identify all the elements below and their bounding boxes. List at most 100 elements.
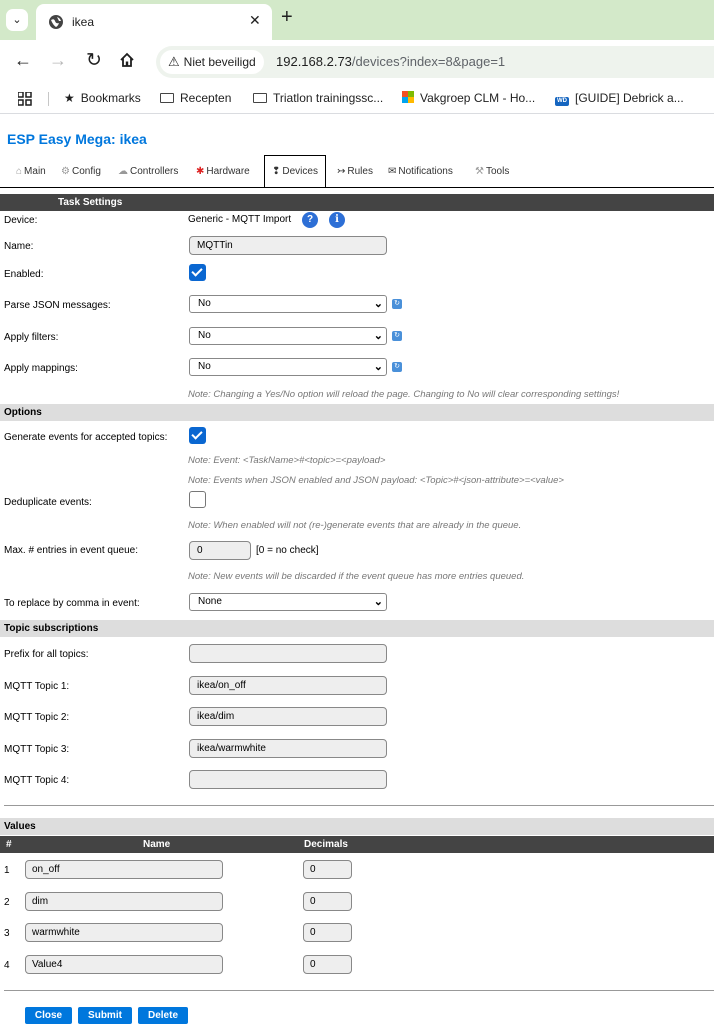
bookmark-bookmarks[interactable]: ★ Bookmarks (64, 91, 141, 105)
mqtt-topic-3-label: MQTT Topic 3: (4, 744, 70, 755)
delete-button[interactable]: Delete (138, 1007, 188, 1024)
back-arrow-icon[interactable]: ← (14, 50, 32, 71)
bookmark-guide[interactable]: WD [GUIDE] Debrick a... (555, 91, 684, 106)
chevron-down-icon: ⌄ (373, 330, 383, 342)
options-header: Options (0, 404, 714, 421)
col-name: Name (143, 839, 171, 850)
bookmark-triatlon[interactable]: Triatlon trainingssc... (253, 91, 383, 105)
menu-controllers[interactable]: ☁ Controllers (118, 166, 178, 177)
info-icon[interactable]: i (329, 212, 345, 228)
bookmarks-bar: ★ Bookmarks Recepten Triatlon trainingssc… (0, 84, 714, 114)
device-value: Generic - MQTT Import (188, 214, 292, 225)
value-row-4-num: 4 (4, 960, 10, 971)
close-button[interactable]: Close (25, 1007, 72, 1024)
wd-logo-icon: WD (555, 97, 569, 106)
value-2-name-input[interactable]: dim (25, 892, 223, 911)
apply-filters-select[interactable]: No ⌄ (189, 327, 387, 345)
menu-notifications[interactable]: ✉ Notifications (388, 166, 453, 177)
mqtt-topic-1-label: MQTT Topic 1: (4, 681, 70, 692)
event-queue-note: Note: New events will be discarded if th… (188, 571, 525, 582)
name-input[interactable]: MQTTin (189, 236, 387, 255)
enabled-label: Enabled: (4, 269, 44, 280)
replace-comma-select[interactable]: None ⌄ (189, 593, 387, 611)
deduplicate-label: Deduplicate events: (4, 497, 92, 508)
bookmark-vakgroep[interactable]: Vakgroep CLM - Ho... (402, 91, 535, 105)
section-divider (4, 805, 714, 806)
reload-option-icon: ↻ (392, 362, 402, 372)
pin-icon: ✱ (196, 166, 205, 177)
tab-title: ikea (72, 15, 95, 29)
browser-tab[interactable]: ikea ✕ (36, 4, 272, 40)
chevron-down-icon: ⌄ (373, 596, 383, 608)
deduplicate-checkbox[interactable] (189, 491, 206, 508)
apply-mappings-select[interactable]: No ⌄ (189, 358, 387, 376)
menu-devices[interactable]: ❢ Devices (264, 155, 326, 188)
microsoft-logo-icon (402, 91, 414, 103)
chevron-down-icon: ⌄ (373, 361, 383, 373)
value-4-name-input[interactable]: Value4 (25, 955, 223, 974)
rules-arrow-icon: ↣ (337, 166, 346, 177)
submit-button[interactable]: Submit (78, 1007, 132, 1024)
warning-triangle-icon: ⚠ (168, 54, 180, 69)
apps-grid-icon[interactable] (18, 92, 32, 106)
url-host: 192.168.2.73 (276, 54, 352, 69)
generate-events-label: Generate events for accepted topics: (4, 432, 168, 443)
home-icon: ⌂ (16, 166, 23, 177)
value-4-decimals-input[interactable]: 0 (303, 955, 352, 974)
enabled-checkbox[interactable] (189, 264, 206, 281)
security-label: Niet beveiligd (183, 55, 256, 69)
envelope-icon: ✉ (388, 166, 397, 177)
value-3-name-input[interactable]: warmwhite (25, 923, 223, 942)
bookmark-recepten[interactable]: Recepten (160, 91, 231, 105)
apply-filters-label: Apply filters: (4, 332, 59, 343)
mqtt-topic-1-input[interactable]: ikea/on_off (189, 676, 387, 695)
menu-divider (0, 187, 714, 188)
col-num: # (6, 839, 12, 850)
browser-tab-bar: ⌄ ikea ✕ + (0, 0, 714, 40)
value-row-2-num: 2 (4, 897, 10, 908)
forward-arrow-icon[interactable]: → (49, 50, 67, 71)
mqtt-topic-4-label: MQTT Topic 4: (4, 775, 70, 786)
menu-hardware[interactable]: ✱ Hardware (196, 166, 250, 177)
new-tab-icon[interactable]: + (281, 6, 293, 29)
value-2-decimals-input[interactable]: 0 (303, 892, 352, 911)
url-path: /devices?index=8&page=1 (351, 54, 506, 69)
omnibox[interactable]: ⚠ Niet beveiligd 192.168.2.73/devices?ind… (156, 46, 714, 78)
prefix-input[interactable] (189, 644, 387, 663)
bookmarks-separator (48, 92, 49, 106)
value-1-decimals-input[interactable]: 0 (303, 860, 352, 879)
bulb-icon: ❢ (272, 166, 281, 177)
device-label: Device: (4, 215, 38, 226)
generate-events-checkbox[interactable] (189, 427, 206, 444)
menu-tools[interactable]: ⚒ Tools (475, 166, 509, 177)
home-icon[interactable] (119, 52, 135, 68)
value-3-decimals-input[interactable]: 0 (303, 923, 352, 942)
task-settings-header: Task Settings (0, 194, 714, 211)
value-row-3-num: 3 (4, 928, 10, 939)
help-icon[interactable]: ? (302, 212, 318, 228)
reload-icon[interactable]: ↻ (86, 49, 102, 72)
name-label: Name: (4, 241, 34, 252)
url-text[interactable]: 192.168.2.73/devices?index=8&page=1 (276, 54, 505, 69)
gear-icon: ⚙ (61, 166, 70, 177)
replace-comma-label: To replace by comma in event: (4, 598, 140, 609)
cloud-icon: ☁ (118, 166, 128, 177)
mqtt-topic-4-input[interactable] (189, 770, 387, 789)
address-toolbar: ← → ↻ ⚠ Niet beveiligd 192.168.2.73/devic… (0, 40, 714, 84)
json-event-note: Note: Events when JSON enabled and JSON … (188, 475, 564, 486)
close-tab-icon[interactable]: ✕ (249, 12, 261, 29)
menu-main[interactable]: ⌂ Main (16, 166, 46, 177)
value-1-name-input[interactable]: on_off (25, 860, 223, 879)
parse-json-select[interactable]: No ⌄ (189, 295, 387, 313)
menu-config[interactable]: ⚙ Config (61, 166, 101, 177)
chevron-down-icon: ⌄ (373, 298, 383, 310)
security-chip[interactable]: ⚠ Niet beveiligd (160, 50, 264, 74)
mqtt-topic-2-input[interactable]: ikea/dim (189, 707, 387, 726)
menu-rules[interactable]: ↣ Rules (337, 166, 373, 177)
section-divider (4, 990, 714, 991)
mqtt-topic-3-input[interactable]: ikea/warmwhite (189, 739, 387, 758)
yes-no-note: Note: Changing a Yes/No option will relo… (188, 389, 620, 400)
tab-search-chevron-icon[interactable]: ⌄ (6, 9, 28, 31)
max-entries-input[interactable]: 0 (189, 541, 251, 560)
apply-mappings-label: Apply mappings: (4, 363, 78, 374)
